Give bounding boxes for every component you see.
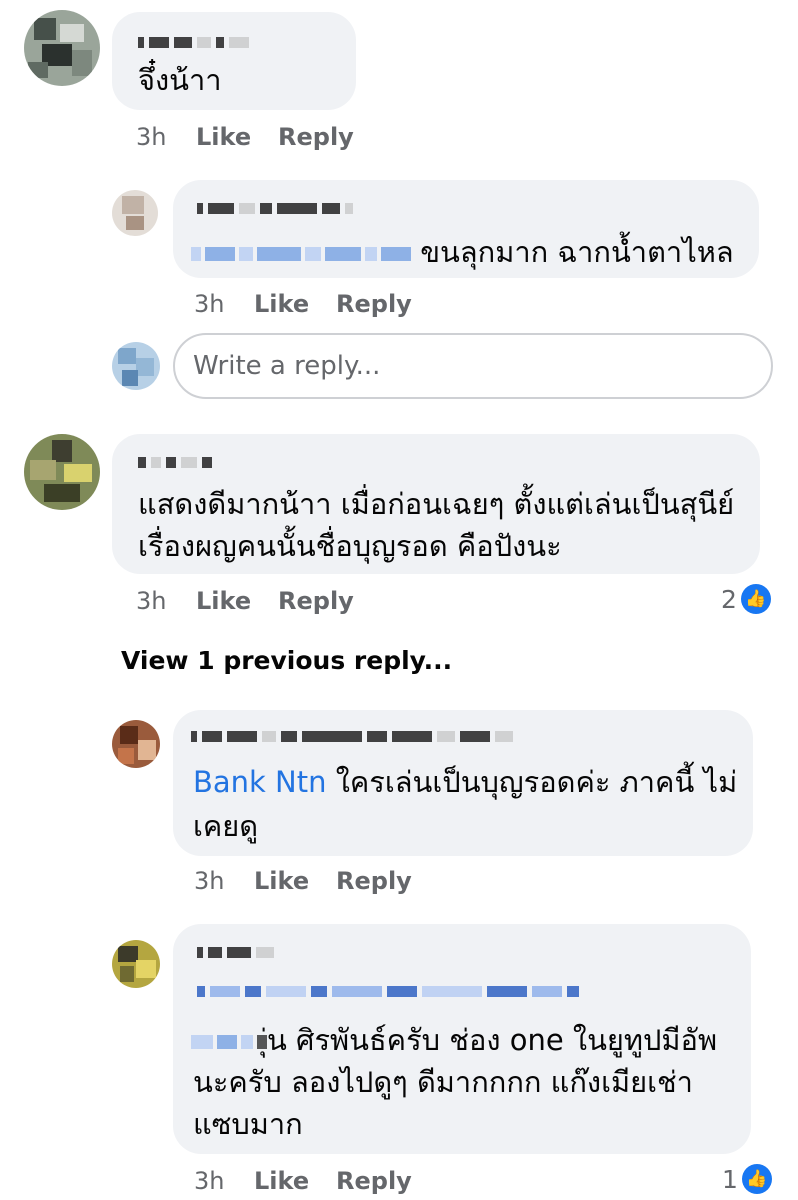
comment-actions: 3h Like Reply: [136, 586, 354, 616]
reply-input[interactable]: Write a reply...: [173, 333, 773, 399]
comment-text: จึ๋งน้าา: [138, 63, 222, 97]
author-name-redacted[interactable]: [191, 730, 513, 742]
reaction-count[interactable]: 1 👍: [722, 1164, 772, 1194]
reply-link[interactable]: Reply: [336, 289, 412, 319]
mention-redacted[interactable]: [191, 247, 411, 261]
reply-link[interactable]: Reply: [278, 586, 354, 616]
like-link[interactable]: Like: [254, 1166, 336, 1196]
like-link[interactable]: Like: [196, 122, 278, 152]
reply-link[interactable]: Reply: [336, 866, 412, 896]
comment-text-line: นะครับ ลองไปดูๆ ดีมากกกก แก๊งเมียเช่า: [193, 1065, 693, 1099]
comment-text: ขนลุกมาก ฉากน้ำตาไหล: [191, 230, 734, 274]
comment-text-body: ใครเล่นเป็นบุญรอดค่ะ ภาคนี้ ไม่: [326, 765, 738, 799]
author-name-redacted[interactable]: [197, 946, 274, 958]
comment-bubble: Bank Ntn ใครเล่นเป็นบุญรอดค่ะ ภาคนี้ ไม่…: [173, 710, 753, 856]
like-link[interactable]: Like: [254, 866, 336, 896]
comment-actions: 3h Like Reply: [194, 289, 412, 319]
author-name-redacted[interactable]: [138, 456, 212, 468]
reaction-count[interactable]: 2 👍: [721, 584, 771, 614]
comment-time[interactable]: 3h: [194, 289, 254, 319]
comment-bubble: แสดงดีมากน้าา เมื่อก่อนเฉยๆ ตั้งแต่เล่นเ…: [112, 434, 760, 574]
comment-text-line: Bank Ntn ใครเล่นเป็นบุญรอดค่ะ ภาคนี้ ไม่: [193, 760, 737, 804]
reply-link[interactable]: Reply: [278, 122, 354, 152]
avatar[interactable]: [112, 940, 160, 988]
current-user-avatar: [112, 342, 160, 390]
comment-text-line: แซบมาก: [193, 1107, 303, 1141]
comment-bubble: จึ๋งน้าา: [112, 12, 356, 110]
reaction-number: 2: [721, 584, 737, 614]
comment-time[interactable]: 3h: [194, 1166, 254, 1196]
author-name-redacted[interactable]: [138, 36, 249, 48]
view-previous-replies-link[interactable]: View 1 previous reply...: [121, 646, 452, 675]
thumbs-up-icon: 👍: [741, 1164, 772, 1194]
comment-time[interactable]: 3h: [136, 122, 196, 152]
thumbs-up-icon: 👍: [740, 584, 771, 614]
author-name-redacted[interactable]: [197, 202, 353, 214]
comment-time[interactable]: 3h: [194, 866, 254, 896]
comment-actions: 3h Like Reply: [136, 122, 354, 152]
reply-input-placeholder: Write a reply...: [193, 351, 381, 381]
comment-text-line: ุ่น ศิรพันธ์ครับ ช่อง one ในยูทูปมีอัพ: [191, 1018, 717, 1062]
mention-link[interactable]: Bank Ntn: [193, 765, 327, 799]
comment-text-line: เรื่องผญคนนั้นชื่อบุญรอด คือปังนะ: [138, 529, 562, 563]
avatar[interactable]: [24, 434, 100, 510]
mention-redacted[interactable]: [191, 1035, 267, 1049]
comment-text-body: ุ่น ศิรพันธ์ครับ ช่อง one ในยูทูปมีอัพ: [267, 1023, 718, 1057]
like-link[interactable]: Like: [254, 289, 336, 319]
reply-link[interactable]: Reply: [336, 1166, 412, 1196]
comment-actions: 3h Like Reply: [194, 866, 412, 896]
comment-bubble: ุ่น ศิรพันธ์ครับ ช่อง one ในยูทูปมีอัพ น…: [173, 924, 751, 1154]
comment-text-line: แสดงดีมากน้าา เมื่อก่อนเฉยๆ ตั้งแต่เล่นเ…: [138, 487, 735, 521]
avatar[interactable]: [112, 720, 160, 768]
comment-text-line: เคยดู: [193, 809, 259, 843]
comment-bubble: ขนลุกมาก ฉากน้ำตาไหล: [173, 180, 759, 278]
mention-redacted[interactable]: [197, 982, 579, 1000]
comment-time[interactable]: 3h: [136, 586, 196, 616]
avatar[interactable]: [24, 10, 100, 86]
comment-text-body: ขนลุกมาก ฉากน้ำตาไหล: [420, 235, 734, 269]
like-link[interactable]: Like: [196, 586, 278, 616]
avatar[interactable]: [112, 190, 158, 236]
comment-actions: 3h Like Reply: [194, 1166, 412, 1196]
reaction-number: 1: [722, 1164, 738, 1194]
